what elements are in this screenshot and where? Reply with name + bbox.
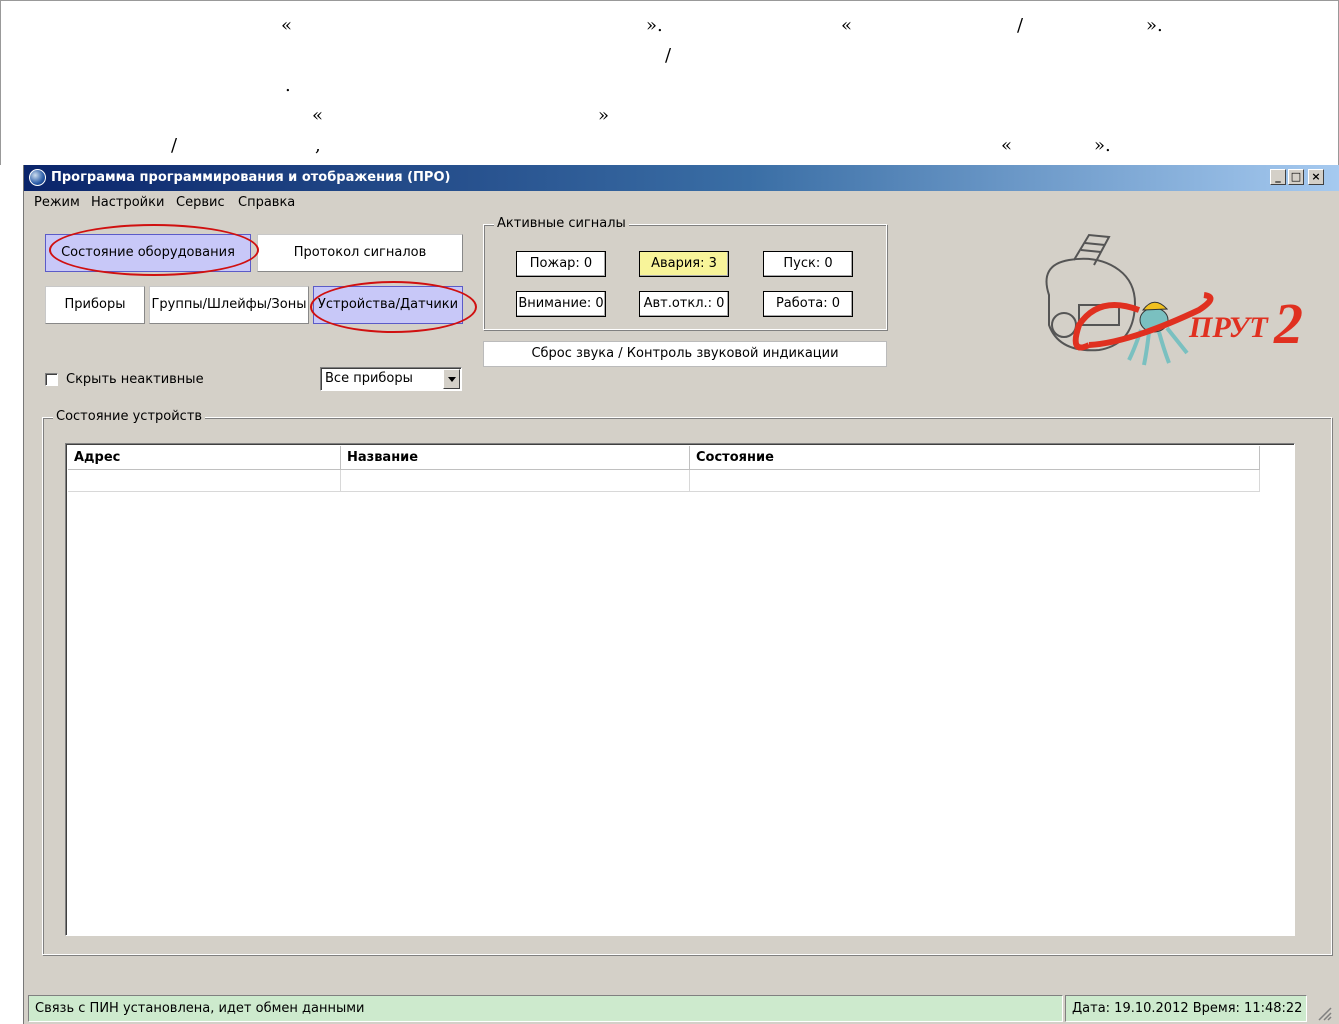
highlight-ring <box>49 224 259 276</box>
table-row[interactable] <box>341 470 690 492</box>
device-state-group: Состояние устройств Адрес Название Состо… <box>42 409 1332 955</box>
document-fragment: « ». « / ». / . « » / , « ». <box>0 0 1339 165</box>
work-counter-button[interactable]: Работа: 0 <box>763 291 853 317</box>
menu-mode[interactable]: Режим <box>34 195 80 210</box>
highlight-ring <box>310 281 477 333</box>
table-row[interactable] <box>68 470 341 492</box>
doc-quote: ». <box>646 15 663 36</box>
auto-off-counter-button[interactable]: Авт.откл.: 0 <box>639 291 729 317</box>
hide-inactive-checkbox[interactable] <box>45 373 58 386</box>
doc-quote: « <box>312 105 324 126</box>
column-header-address[interactable]: Адрес <box>68 446 341 470</box>
menu-settings[interactable]: Настройки <box>91 195 164 210</box>
reset-sound-button[interactable]: Сброс звука / Контроль звуковой индикаци… <box>483 341 887 367</box>
doc-quote: « <box>841 15 853 36</box>
column-header-name[interactable]: Название <box>341 446 690 470</box>
menu-bar: Режим Настройки Сервис Справка <box>24 191 1339 213</box>
chevron-down-icon[interactable] <box>443 369 460 389</box>
tab-signal-log[interactable]: Протокол сигналов <box>257 234 463 272</box>
device-state-legend: Состояние устройств <box>53 409 206 424</box>
device-filter-value: Все приборы <box>325 371 413 386</box>
failure-counter-button[interactable]: Авария: 3 <box>639 251 729 277</box>
table-row[interactable] <box>690 470 1260 492</box>
datetime-status: Дата: 19.10.2012 Время: 11:48:22 <box>1065 995 1307 1022</box>
doc-slash: / <box>665 45 672 66</box>
title-bar[interactable]: Программа программирования и отображения… <box>24 165 1339 191</box>
doc-comma: , <box>315 135 321 156</box>
doc-dot: . <box>285 75 291 96</box>
doc-quote: « <box>281 15 293 36</box>
doc-quote: ». <box>1094 135 1111 156</box>
doc-quote: « <box>1001 135 1013 156</box>
doc-slash: / <box>1017 15 1024 36</box>
app-window: Программа программирования и отображения… <box>23 165 1339 1024</box>
maximize-button[interactable]: □ <box>1288 169 1304 185</box>
prut2-logo: ПРУТ 2 <box>1045 233 1303 366</box>
app-icon <box>29 169 46 186</box>
close-button[interactable]: × <box>1308 169 1324 185</box>
device-filter-select[interactable]: Все приборы <box>320 367 462 391</box>
attention-counter-button[interactable]: Внимание: 0 <box>516 291 606 317</box>
window-title: Программа программирования и отображения… <box>51 170 451 185</box>
device-state-table[interactable]: Адрес Название Состояние <box>65 443 1295 936</box>
connection-status: Связь с ПИН установлена, идет обмен данн… <box>28 995 1063 1022</box>
menu-service[interactable]: Сервис <box>176 195 225 210</box>
doc-slash: / <box>171 135 178 156</box>
menu-help[interactable]: Справка <box>238 195 295 210</box>
hide-inactive-label: Скрыть неактивные <box>66 372 204 387</box>
logo-number: 2 <box>1273 291 1303 356</box>
active-signals-legend: Активные сигналы <box>494 216 629 231</box>
tab-devices[interactable]: Приборы <box>45 286 145 324</box>
active-signals-group: Активные сигналы Пожар: 0 Авария: 3 Пуск… <box>483 216 887 330</box>
minimize-button[interactable]: _ <box>1270 169 1286 185</box>
doc-quote: » <box>598 105 610 126</box>
tab-groups[interactable]: Группы/Шлейфы/Зоны <box>149 286 309 324</box>
resize-grip-icon[interactable] <box>1316 1005 1332 1021</box>
logo-text: ПРУТ <box>1188 311 1269 344</box>
doc-quote: ». <box>1146 15 1163 36</box>
fire-counter-button[interactable]: Пожар: 0 <box>516 251 606 277</box>
column-header-state[interactable]: Состояние <box>690 446 1260 470</box>
start-counter-button[interactable]: Пуск: 0 <box>763 251 853 277</box>
status-bar: Связь с ПИН установлена, идет обмен данн… <box>24 993 1339 1024</box>
